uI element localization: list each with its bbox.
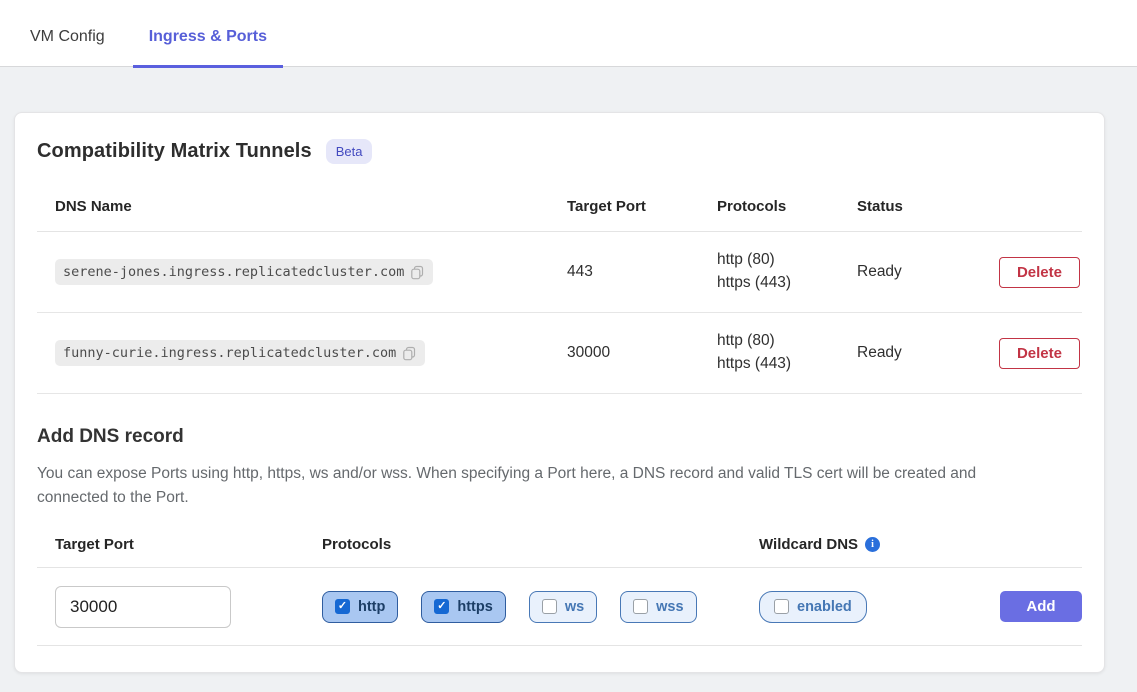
target-port-cell: 30000 bbox=[567, 344, 717, 362]
copy-icon[interactable] bbox=[402, 346, 417, 361]
enabled-checkbox-label: enabled bbox=[797, 599, 852, 615]
dns-name-text: serene-jones.ingress.replicatedcluster.c… bbox=[63, 264, 404, 280]
status-cell: Ready bbox=[857, 344, 997, 362]
http-checkbox[interactable] bbox=[335, 599, 350, 614]
target-port-input[interactable] bbox=[55, 586, 231, 628]
tunnels-card: Compatibility Matrix Tunnels Beta DNS Na… bbox=[14, 112, 1105, 673]
protocol-checkbox-group: http https ws wss bbox=[322, 591, 759, 623]
protocol-checkbox-https[interactable]: https bbox=[421, 591, 505, 623]
header-status: Status bbox=[857, 198, 997, 215]
delete-button[interactable]: Delete bbox=[999, 257, 1080, 288]
tab-bar: VM Config Ingress & Ports bbox=[0, 0, 1137, 67]
protocols-cell: http (80) https (443) bbox=[717, 250, 857, 294]
add-dns-record-description: You can expose Ports using http, https, … bbox=[37, 462, 1047, 510]
form-label-target-port: Target Port bbox=[37, 536, 322, 553]
protocol-line: https (443) bbox=[717, 273, 857, 294]
dns-name-text: funny-curie.ingress.replicatedcluster.co… bbox=[63, 345, 396, 361]
add-form-row: http https ws wss enabled bbox=[37, 568, 1082, 646]
protocol-checkbox-wss[interactable]: wss bbox=[620, 591, 696, 623]
table-header-row: DNS Name Target Port Protocols Status bbox=[37, 182, 1082, 232]
form-label-wildcard-dns: Wildcard DNS i bbox=[759, 536, 1082, 553]
https-checkbox-label: https bbox=[457, 599, 492, 615]
tab-vm-config[interactable]: VM Config bbox=[14, 0, 121, 66]
table-row: serene-jones.ingress.replicatedcluster.c… bbox=[37, 232, 1082, 313]
http-checkbox-label: http bbox=[358, 599, 385, 615]
protocol-line: https (443) bbox=[717, 354, 857, 375]
beta-badge: Beta bbox=[326, 139, 373, 164]
wildcard-enabled-checkbox[interactable]: enabled bbox=[759, 591, 867, 623]
card-title: Compatibility Matrix Tunnels bbox=[37, 140, 312, 163]
add-dns-record-heading: Add DNS record bbox=[37, 426, 1082, 448]
dns-name-pill: funny-curie.ingress.replicatedcluster.co… bbox=[55, 340, 425, 366]
protocol-line: http (80) bbox=[717, 250, 857, 271]
protocol-checkbox-ws[interactable]: ws bbox=[529, 591, 597, 623]
copy-icon[interactable] bbox=[410, 265, 425, 280]
enabled-checkbox[interactable] bbox=[774, 599, 789, 614]
dns-name-pill: serene-jones.ingress.replicatedcluster.c… bbox=[55, 259, 433, 285]
wildcard-dns-label-text: Wildcard DNS bbox=[759, 536, 858, 553]
page-content: Compatibility Matrix Tunnels Beta DNS Na… bbox=[0, 67, 1137, 673]
protocols-cell: http (80) https (443) bbox=[717, 331, 857, 375]
info-icon[interactable]: i bbox=[865, 537, 880, 552]
delete-button[interactable]: Delete bbox=[999, 338, 1080, 369]
header-target-port: Target Port bbox=[567, 198, 717, 215]
table-row: funny-curie.ingress.replicatedcluster.co… bbox=[37, 313, 1082, 394]
ws-checkbox-label: ws bbox=[565, 599, 584, 615]
status-cell: Ready bbox=[857, 263, 997, 281]
protocol-line: http (80) bbox=[717, 331, 857, 352]
card-header: Compatibility Matrix Tunnels Beta bbox=[37, 139, 1082, 164]
add-form-header-row: Target Port Protocols Wildcard DNS i bbox=[37, 536, 1082, 568]
ws-checkbox[interactable] bbox=[542, 599, 557, 614]
header-dns-name: DNS Name bbox=[37, 198, 567, 215]
header-protocols: Protocols bbox=[717, 198, 857, 215]
tab-ingress-ports[interactable]: Ingress & Ports bbox=[133, 0, 283, 66]
https-checkbox[interactable] bbox=[434, 599, 449, 614]
wss-checkbox[interactable] bbox=[633, 599, 648, 614]
form-label-protocols: Protocols bbox=[322, 536, 759, 553]
protocol-checkbox-http[interactable]: http bbox=[322, 591, 398, 623]
wss-checkbox-label: wss bbox=[656, 599, 683, 615]
tunnels-table: DNS Name Target Port Protocols Status se… bbox=[37, 182, 1082, 394]
add-button[interactable]: Add bbox=[1000, 591, 1082, 622]
target-port-cell: 443 bbox=[567, 263, 717, 281]
